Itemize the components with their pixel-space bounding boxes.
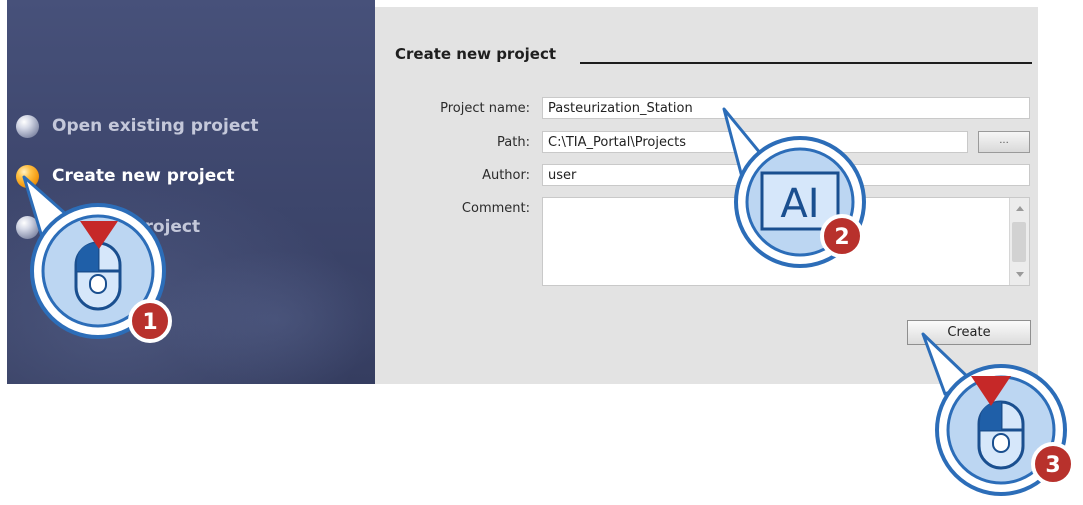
mouse-click-icon [74,241,122,311]
browse-path-button[interactable]: ... [978,131,1030,153]
nav-item-label: Open existing project [52,116,259,136]
scroll-thumb[interactable] [1012,222,1026,262]
step-badge: 1 [128,299,172,343]
svg-text:1: 1 [142,310,157,335]
create-project-panel: Create new project Project name: Pasteur… [375,7,1038,384]
path-label: Path: [497,135,530,150]
svg-text:3: 3 [1045,453,1060,478]
callout-step-1: 1 [2,175,192,345]
section-title: Create new project [395,45,557,63]
svg-text:2: 2 [834,225,849,250]
nav-item-open-existing-project[interactable]: Open existing project [7,108,367,144]
project-name-label: Project name: [440,101,530,116]
section-divider [580,62,1032,64]
comment-scrollbar[interactable] [1009,198,1029,285]
callout-step-2: AI 2 [718,105,878,280]
step-badge: 2 [820,214,864,258]
nav-bullet-icon [16,114,39,138]
mouse-click-icon [977,400,1025,470]
callout-step-3: 3 [915,330,1083,505]
svg-text:AI: AI [780,181,819,227]
step-badge: 3 [1031,442,1075,486]
author-label: Author: [482,168,530,183]
scroll-up-icon[interactable] [1016,206,1024,211]
scroll-down-icon[interactable] [1016,272,1024,277]
comment-label: Comment: [461,201,530,216]
